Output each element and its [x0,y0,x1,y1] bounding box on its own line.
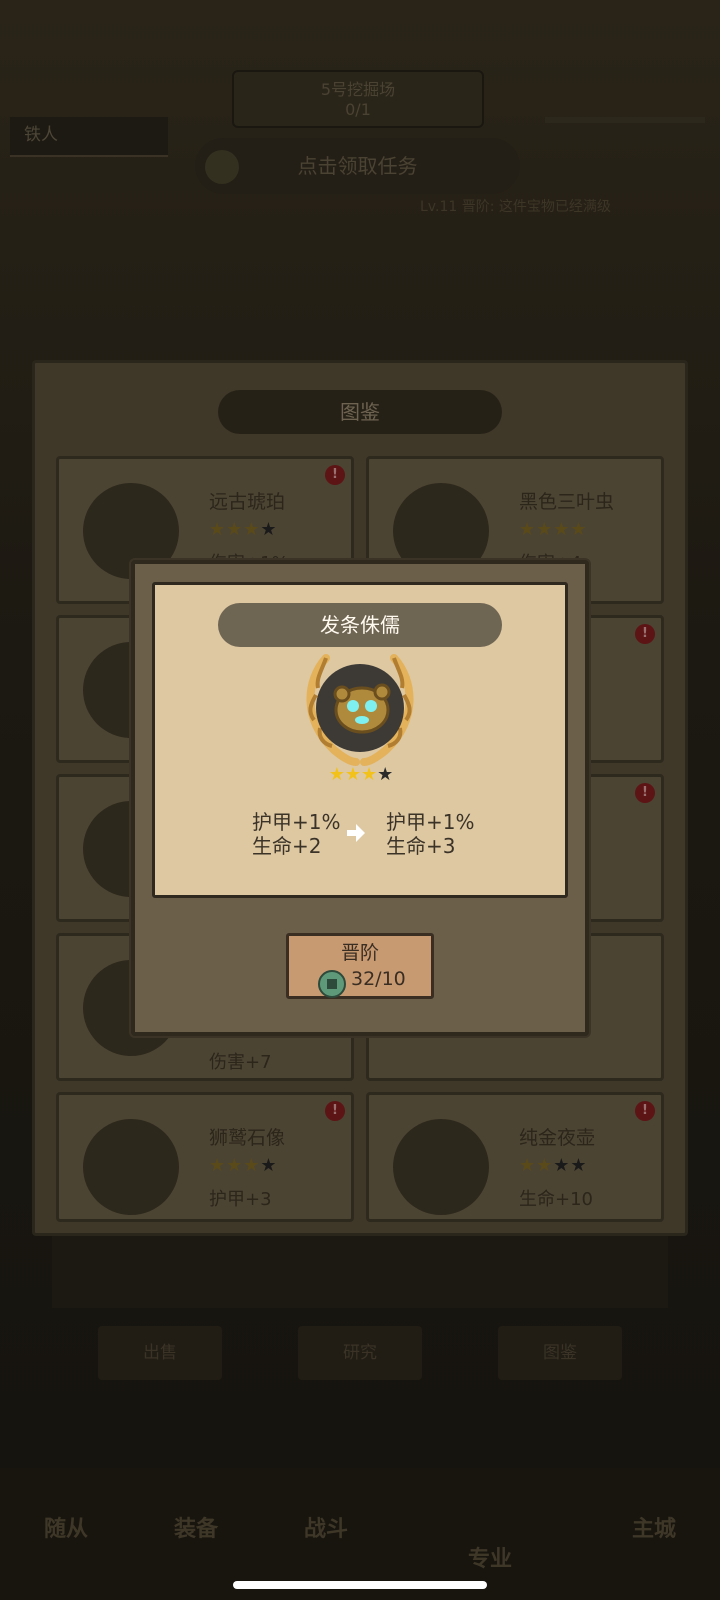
codex-item-name: 黑色三叶虫 [519,491,615,513]
alert-badge: ! [635,783,655,803]
tab-battle: 战斗 [303,1517,348,1542]
battle-log: Lv.11 晋阶: 这件宝物已经满级 [420,199,611,215]
alert-badge: ! [635,1101,655,1121]
codex-item-name: 狮鹫石像 [209,1127,286,1149]
quest-panel: 5号挖掘场 0/1 [232,70,484,128]
dialog-title: 发条侏儒 [218,603,502,647]
upgrade-button-label: 晋阶 [340,942,379,964]
item-icon-frame [393,1119,489,1215]
research-button: 研究 [298,1326,422,1380]
codex-title: 图鉴 [218,390,502,434]
star-rating: ★★★★ [209,1155,278,1176]
player-name: 铁人 [10,117,168,157]
alert-badge: ! [325,1101,345,1121]
codex-item-name: 远古琥珀 [209,491,286,513]
codex-item-stat: 护甲+3 [209,1189,272,1210]
codex-card: 狮鹫石像 ★★★★ 护甲+3 ! [56,1092,354,1222]
tab-main-city: 主城 [631,1517,676,1542]
alert-badge: ! [325,465,345,485]
quest-progress: 0/1 [345,100,371,119]
current-stat-armor: 护甲+1% [252,810,341,834]
upgrade-cost: 32/10 [351,968,406,990]
arrow-right-icon [347,824,365,842]
codex-button: 图鉴 [498,1326,622,1380]
next-stat-armor: 护甲+1% [386,810,475,834]
clockwork-gnome-icon [312,660,408,756]
codex-card: 纯金夜壶 ★★★★ 生命+10 ! [366,1092,664,1222]
next-stat-health: 生命+3 [386,834,456,858]
coin-hole [327,979,337,989]
star-rating: ★★★★ [209,519,278,540]
tab-followers: 随从 [43,1517,88,1542]
codex-item-stat: 伤害+7 [209,1052,272,1073]
star-rating: ★★★★ [519,1155,588,1176]
task-icon [205,150,239,184]
home-indicator[interactable] [233,1581,487,1589]
sell-button: 出售 [98,1326,222,1380]
progress-line [545,117,705,123]
alert-badge: ! [635,624,655,644]
current-stat-health: 生命+2 [252,834,322,858]
item-icon-frame [83,1119,179,1215]
dialog-star-rating: ★★★★ [328,764,394,785]
quest-title: 5号挖掘场 [320,80,396,99]
star-rating: ★★★★ [519,519,588,540]
codex-item-name: 纯金夜壶 [519,1127,596,1149]
codex-item-stat: 生命+10 [519,1189,593,1210]
claim-task-button: 点击领取任务 [195,138,520,194]
tab-equipment: 装备 [173,1517,218,1542]
